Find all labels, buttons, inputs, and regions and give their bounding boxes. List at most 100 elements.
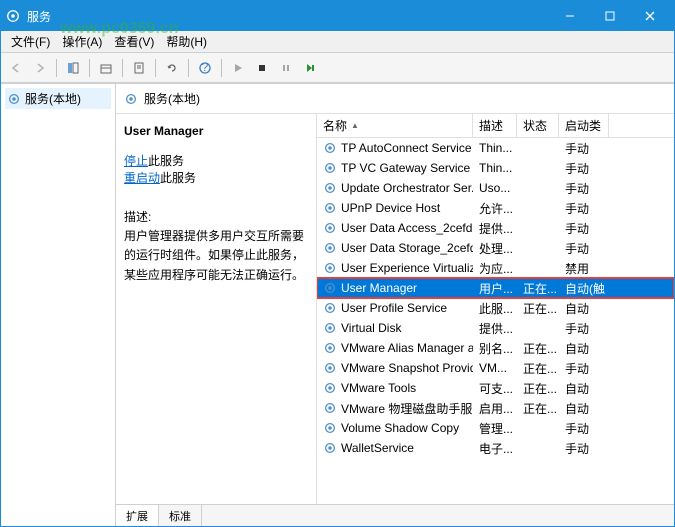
- column-name[interactable]: 名称▲: [317, 114, 473, 137]
- pause-service-button[interactable]: [275, 57, 297, 79]
- service-row[interactable]: VMware Alias Manager a...别名...正在...自动: [317, 338, 674, 358]
- right-area: 服务(本地) User Manager 停止此服务 重启动此服务 描述: 用户管…: [116, 84, 674, 526]
- gear-icon: [323, 401, 337, 415]
- gear-icon: [323, 361, 337, 375]
- service-row[interactable]: Update Orchestrator Ser...Uso...手动: [317, 178, 674, 198]
- service-row[interactable]: Volume Shadow Copy管理...手动: [317, 418, 674, 438]
- column-startup[interactable]: 启动类: [559, 114, 609, 137]
- right-header-title: 服务(本地): [144, 90, 200, 107]
- cell-desc: 提供...: [473, 220, 517, 237]
- cell-startup: 禁用: [559, 260, 609, 277]
- help-button[interactable]: ?: [194, 57, 216, 79]
- properties-button[interactable]: [128, 57, 150, 79]
- tab-extended[interactable]: 扩展: [116, 505, 159, 526]
- titlebar[interactable]: 服务: [1, 1, 674, 31]
- service-row[interactable]: VMware Snapshot Provid...VM...正在...手动: [317, 358, 674, 378]
- menu-help[interactable]: 帮助(H): [160, 31, 213, 52]
- cell-startup: 自动: [559, 340, 609, 357]
- menu-file[interactable]: 文件(F): [5, 31, 56, 52]
- service-row[interactable]: User Data Access_2cefd提供...手动: [317, 218, 674, 238]
- minimize-button[interactable]: [550, 1, 590, 31]
- list-body[interactable]: TP AutoConnect ServiceThin...手动TP VC Gat…: [317, 138, 674, 504]
- tabs-bottom: 扩展 标准: [116, 504, 674, 526]
- menu-view[interactable]: 查看(V): [108, 31, 160, 52]
- service-row[interactable]: VMware 物理磁盘助手服务启用...正在...自动: [317, 398, 674, 418]
- cell-startup: 自动: [559, 300, 609, 317]
- service-row[interactable]: TP VC Gateway ServiceThin...手动: [317, 158, 674, 178]
- gear-icon: [323, 321, 337, 335]
- back-button[interactable]: [5, 57, 27, 79]
- cell-name: VMware 物理磁盘助手服务: [317, 400, 473, 417]
- svg-text:?: ?: [202, 61, 209, 74]
- cell-name: VMware Tools: [317, 381, 473, 395]
- gear-icon: [323, 181, 337, 195]
- cell-status: 正在...: [517, 280, 559, 297]
- close-button[interactable]: [630, 1, 670, 31]
- export-list-button[interactable]: [95, 57, 117, 79]
- separator: [221, 59, 222, 77]
- separator: [188, 59, 189, 77]
- right-content: User Manager 停止此服务 重启动此服务 描述: 用户管理器提供多用户…: [116, 114, 674, 504]
- cell-startup: 手动: [559, 140, 609, 157]
- service-row[interactable]: WalletService电子...手动: [317, 438, 674, 458]
- right-pane-header: 服务(本地): [116, 84, 674, 114]
- column-desc[interactable]: 描述: [473, 114, 517, 137]
- start-service-button[interactable]: [227, 57, 249, 79]
- gear-icon: [323, 261, 337, 275]
- app-icon: [5, 8, 21, 24]
- service-row[interactable]: TP AutoConnect ServiceThin...手动: [317, 138, 674, 158]
- cell-name: TP VC Gateway Service: [317, 161, 473, 175]
- selected-service-name: User Manager: [124, 124, 308, 138]
- separator: [89, 59, 90, 77]
- forward-button[interactable]: [29, 57, 51, 79]
- maximize-button[interactable]: [590, 1, 630, 31]
- gear-icon: [323, 241, 337, 255]
- tab-standard[interactable]: 标准: [159, 505, 202, 526]
- refresh-button[interactable]: [161, 57, 183, 79]
- restart-service-button[interactable]: [299, 57, 321, 79]
- service-row[interactable]: User Data Storage_2cefd处理...手动: [317, 238, 674, 258]
- cell-desc: 启用...: [473, 400, 517, 417]
- gear-icon: [323, 201, 337, 215]
- service-row[interactable]: UPnP Device Host允许...手动: [317, 198, 674, 218]
- service-row[interactable]: User Experience Virtualiz...为应...禁用: [317, 258, 674, 278]
- body-area: 服务(本地) 服务(本地) User Manager 停止此服务 重启动此服务 …: [1, 83, 674, 526]
- cell-startup: 手动: [559, 180, 609, 197]
- cell-desc: 别名...: [473, 340, 517, 357]
- detail-pane: User Manager 停止此服务 重启动此服务 描述: 用户管理器提供多用户…: [116, 114, 316, 504]
- stop-link[interactable]: 停止: [124, 154, 148, 168]
- cell-name: Volume Shadow Copy: [317, 421, 473, 435]
- cell-desc: Thin...: [473, 141, 517, 155]
- cell-desc: 此服...: [473, 300, 517, 317]
- gear-icon: [7, 92, 21, 106]
- cell-name: Update Orchestrator Ser...: [317, 181, 473, 195]
- cell-startup: 自动: [559, 400, 609, 417]
- restart-suffix: 此服务: [160, 171, 196, 185]
- gear-icon: [323, 341, 337, 355]
- menubar: 文件(F) 操作(A) 查看(V) 帮助(H): [1, 31, 674, 53]
- separator: [122, 59, 123, 77]
- cell-startup: 自动(触: [559, 280, 609, 297]
- cell-name: VMware Snapshot Provid...: [317, 361, 473, 375]
- services-window: 服务 www.pc0359.cn 文件(F) 操作(A) 查看(V) 帮助(H)…: [0, 0, 675, 527]
- cell-desc: VM...: [473, 361, 517, 375]
- restart-link[interactable]: 重启动: [124, 171, 160, 185]
- show-hide-tree-button[interactable]: [62, 57, 84, 79]
- service-row[interactable]: VMware Tools可支...正在...自动: [317, 378, 674, 398]
- cell-desc: 电子...: [473, 440, 517, 457]
- tree-root-item[interactable]: 服务(本地): [5, 88, 111, 109]
- cell-desc: 可支...: [473, 380, 517, 397]
- cell-name: User Manager: [317, 281, 473, 295]
- cell-status: 正在...: [517, 360, 559, 377]
- cell-desc: 管理...: [473, 420, 517, 437]
- separator: [56, 59, 57, 77]
- cell-name: Virtual Disk: [317, 321, 473, 335]
- menu-action[interactable]: 操作(A): [56, 31, 108, 52]
- desc-text: 用户管理器提供多用户交互所需要的运行时组件。如果停止此服务，某些应用程序可能无法…: [124, 227, 308, 285]
- service-row[interactable]: Virtual Disk提供...手动: [317, 318, 674, 338]
- stop-service-button[interactable]: [251, 57, 273, 79]
- service-row[interactable]: User Profile Service此服...正在...自动: [317, 298, 674, 318]
- cell-name: User Experience Virtualiz...: [317, 261, 473, 275]
- service-row[interactable]: User Manager用户...正在...自动(触: [317, 278, 674, 298]
- column-status[interactable]: 状态: [517, 114, 559, 137]
